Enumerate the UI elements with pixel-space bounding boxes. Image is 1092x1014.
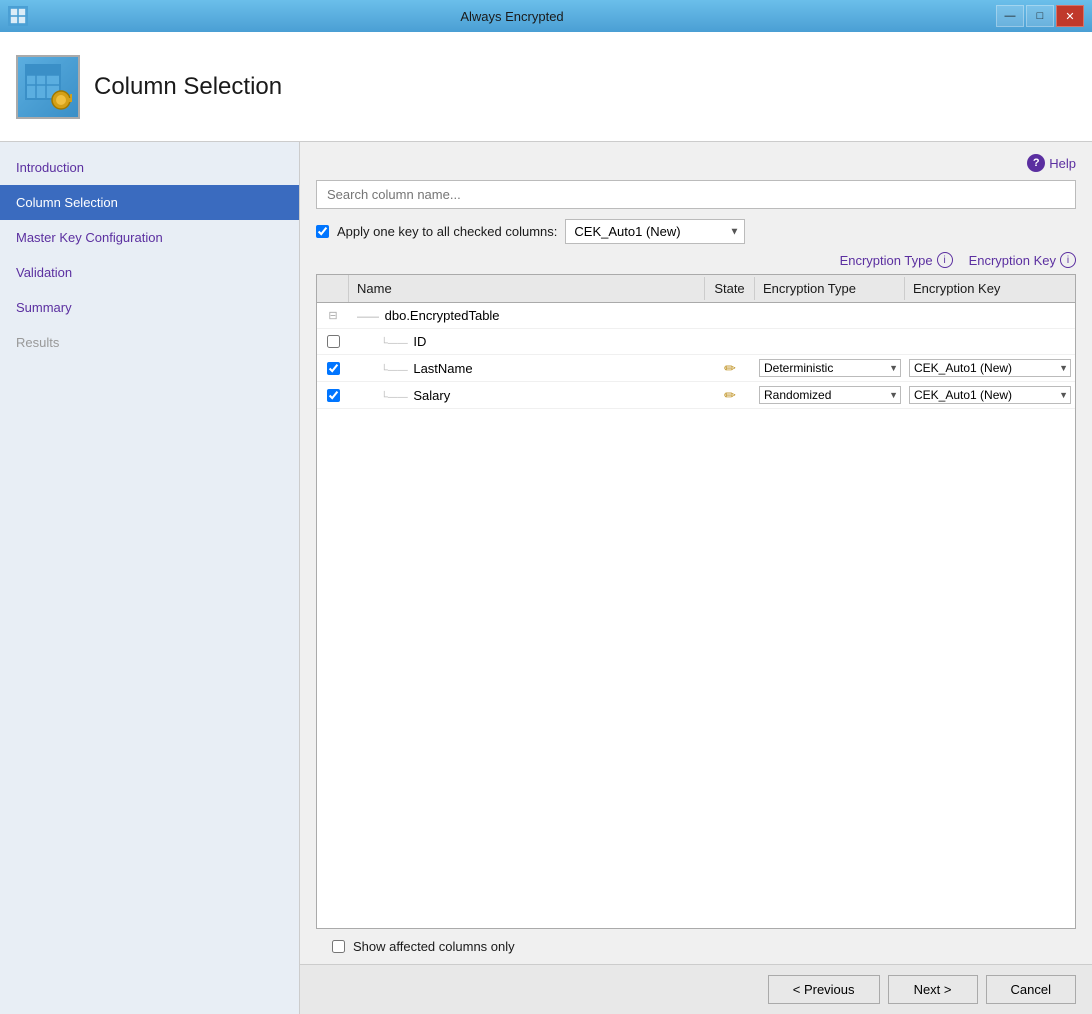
row-enctype-lastname[interactable]: Deterministic Randomized [755,355,905,381]
row-enckey-salary[interactable]: CEK_Auto1 (New) CEK_Auto2 (New) [905,382,1075,408]
sidebar-item-validation[interactable]: Validation [0,255,299,290]
main-layout: Introduction Column Selection Master Key… [0,142,1092,1014]
table-row: └—— ID [317,329,1075,355]
th-state: State [705,277,755,300]
row-name-table: —— dbo.EncryptedTable [349,304,705,327]
row-enckey-table [905,312,1075,320]
enctype-dropdown-salary[interactable]: Deterministic Randomized [759,386,901,404]
show-affected-checkbox[interactable] [332,940,345,953]
row-enckey-lastname[interactable]: CEK_Auto1 (New) CEK_Auto2 (New) [905,355,1075,381]
show-affected-row: Show affected columns only [316,929,1076,964]
column-info-row: Encryption Type i Encryption Key i [316,252,1076,268]
tree-connector: —— [357,311,379,323]
key-dropdown-wrapper: CEK_Auto1 (New) CEK_Auto2 (New) [565,219,745,244]
row-checkbox-table: ⊟ [317,307,349,324]
table-row: └—— Salary ✏ Deterministic Randomized [317,382,1075,409]
encryption-type-info-icon[interactable]: i [937,252,953,268]
enckey-dropdown-wrapper-lastname: CEK_Auto1 (New) CEK_Auto2 (New) [909,359,1071,377]
tree-connector-id: └—— [381,338,408,349]
th-encryption-type: Encryption Type [755,277,905,300]
checkbox-salary[interactable] [327,389,340,402]
th-name: Name [349,277,705,300]
encryption-key-info-icon[interactable]: i [1060,252,1076,268]
row-enctype-table [755,312,905,320]
titlebar: Always Encrypted — □ ✕ [0,0,1092,32]
app-icon [8,6,28,26]
apply-key-checkbox[interactable] [316,225,329,238]
footer: < Previous Next > Cancel [300,964,1092,1014]
tree-connector-lastname: └—— [381,365,408,376]
apply-key-row: Apply one key to all checked columns: CE… [316,219,1076,244]
minimize-button[interactable]: — [996,5,1024,27]
maximize-button[interactable]: □ [1026,5,1054,27]
row-name-salary: └—— Salary [349,384,705,407]
sidebar-item-results: Results [0,325,299,360]
show-affected-label[interactable]: Show affected columns only [353,939,515,954]
apply-key-label[interactable]: Apply one key to all checked columns: [337,224,557,239]
row-state-id [705,338,755,346]
th-encryption-key: Encryption Key [905,277,1075,300]
table-row: └—— LastName ✏ Deterministic Randomized [317,355,1075,382]
content-area: ? Help Apply one key to all checked colu… [300,142,1092,1014]
row-checkbox-lastname[interactable] [317,360,349,377]
table-row: ⊟ —— dbo.EncryptedTable [317,303,1075,329]
encryption-type-info: Encryption Type i [840,252,953,268]
checkbox-lastname[interactable] [327,362,340,375]
search-input[interactable] [316,180,1076,209]
window-title: Always Encrypted [28,9,996,24]
pencil-icon-salary: ✏ [724,387,736,404]
row-state-lastname: ✏ [705,356,755,381]
content-top-bar: ? Help [300,142,1092,180]
close-button[interactable]: ✕ [1056,5,1084,27]
page-header: Column Selection [0,32,1092,142]
help-icon: ? [1027,154,1045,172]
sidebar-item-summary[interactable]: Summary [0,290,299,325]
enctype-dropdown-wrapper-salary: Deterministic Randomized [759,386,901,404]
sidebar-item-column-selection[interactable]: Column Selection [0,185,299,220]
enctype-dropdown-lastname[interactable]: Deterministic Randomized [759,359,901,377]
key-dropdown[interactable]: CEK_Auto1 (New) CEK_Auto2 (New) [565,219,745,244]
row-enckey-id [905,338,1075,346]
enckey-dropdown-lastname[interactable]: CEK_Auto1 (New) CEK_Auto2 (New) [909,359,1071,377]
columns-table: Name State Encryption Type Encryption Ke… [316,274,1076,929]
next-button[interactable]: Next > [888,975,978,1004]
enctype-dropdown-wrapper-lastname: Deterministic Randomized [759,359,901,377]
checkbox-id[interactable] [327,335,340,348]
content-body: Apply one key to all checked columns: CE… [300,180,1092,964]
tree-connector-salary: └—— [381,392,408,403]
row-checkbox-salary[interactable] [317,387,349,404]
th-checkbox [317,275,349,302]
table-body: ⊟ —— dbo.EncryptedTable [317,303,1075,928]
cancel-button[interactable]: Cancel [986,975,1076,1004]
row-enctype-salary[interactable]: Deterministic Randomized [755,382,905,408]
sidebar-item-master-key[interactable]: Master Key Configuration [0,220,299,255]
table-header: Name State Encryption Type Encryption Ke… [317,275,1075,303]
row-checkbox-id[interactable] [317,333,349,350]
header-icon [16,55,80,119]
enckey-dropdown-salary[interactable]: CEK_Auto1 (New) CEK_Auto2 (New) [909,386,1071,404]
sidebar: Introduction Column Selection Master Key… [0,142,300,1014]
previous-button[interactable]: < Previous [768,975,880,1004]
enckey-dropdown-wrapper-salary: CEK_Auto1 (New) CEK_Auto2 (New) [909,386,1071,404]
row-name-id: └—— ID [349,330,705,353]
row-name-lastname: └—— LastName [349,357,705,380]
row-enctype-id [755,338,905,346]
window-controls: — □ ✕ [996,5,1084,27]
pencil-icon-lastname: ✏ [724,360,736,377]
sidebar-item-introduction[interactable]: Introduction [0,150,299,185]
row-state-table [705,312,755,320]
row-state-salary: ✏ [705,383,755,408]
help-button[interactable]: ? Help [1027,154,1076,172]
encryption-key-info: Encryption Key i [969,252,1076,268]
page-title: Column Selection [94,73,282,101]
